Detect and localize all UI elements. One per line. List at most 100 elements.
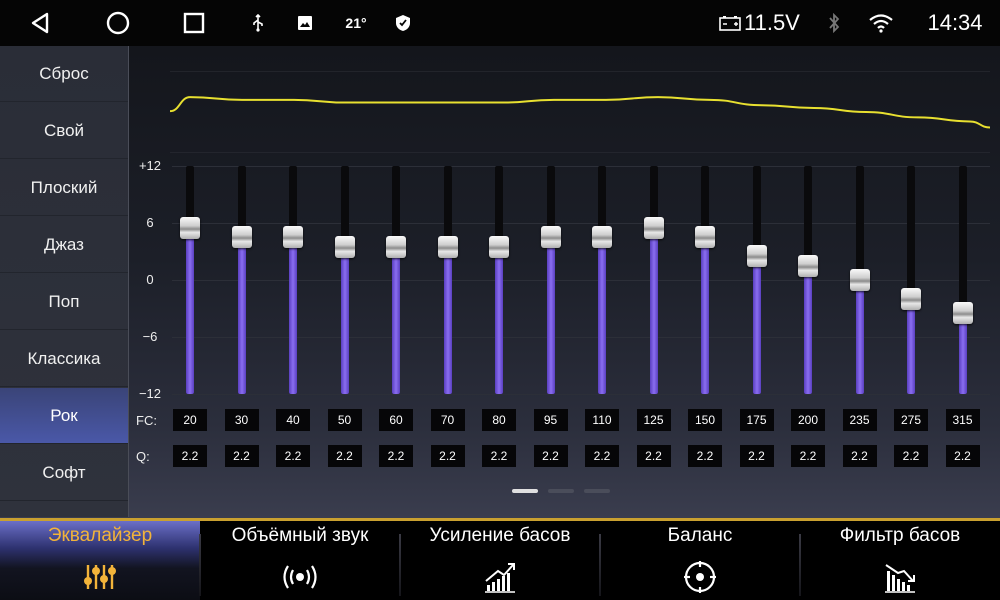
frequency-value[interactable]: 50 (327, 409, 362, 431)
q-value[interactable]: 2.2 (533, 445, 568, 467)
eq-slider-knob[interactable] (334, 235, 355, 258)
eq-slider-knob[interactable] (695, 226, 715, 249)
eq-slider-knob[interactable] (283, 226, 303, 249)
frequency-value[interactable]: 40 (276, 409, 310, 431)
eq-slider-knob[interactable] (386, 235, 406, 258)
eq-slider-track[interactable] (592, 166, 612, 394)
y-tick-label: +12 (138, 158, 162, 173)
eq-slider-fill (546, 237, 555, 394)
frequency-value[interactable]: 200 (791, 409, 825, 431)
q-value[interactable]: 2.2 (842, 445, 877, 467)
frequency-value[interactable]: 315 (945, 409, 980, 431)
eq-slider-track[interactable] (231, 166, 252, 394)
back-triangle-icon[interactable] (22, 0, 58, 46)
recents-square-icon[interactable] (176, 0, 212, 46)
frequency-value[interactable]: 110 (585, 409, 619, 431)
tab-bass-filter[interactable]: Фильтр басов (800, 521, 1000, 600)
preset-item[interactable]: Классика (0, 331, 128, 387)
frequency-value[interactable]: 95 (533, 409, 568, 431)
eq-slider-knob[interactable] (746, 245, 767, 268)
q-value[interactable]: 2.2 (173, 445, 207, 467)
q-value[interactable]: 2.2 (945, 445, 980, 467)
preset-item[interactable]: Свой (0, 103, 128, 159)
q-value[interactable]: 2.2 (276, 445, 310, 467)
q-value[interactable]: 2.2 (430, 445, 465, 467)
page-indicator-dot[interactable] (584, 489, 610, 493)
q-value[interactable]: 2.2 (739, 445, 774, 467)
page-indicator-dot[interactable] (548, 489, 574, 493)
eq-slider-fill (907, 299, 915, 394)
eq-slider-track[interactable] (798, 166, 818, 394)
eq-slider-knob[interactable] (849, 269, 870, 291)
q-value[interactable]: 2.2 (688, 445, 722, 467)
eq-slider-track[interactable] (489, 166, 509, 394)
frequency-value[interactable]: 80 (482, 409, 516, 431)
tab-balance[interactable]: Баланс (600, 521, 800, 600)
y-tick-label: 0 (146, 272, 154, 287)
frequency-value[interactable]: 70 (430, 409, 465, 431)
bass-boost-chart-icon (480, 559, 520, 595)
tab-label: Объёмный звук (231, 525, 369, 546)
tab-label: Эквалайзер (47, 525, 153, 546)
home-circle-icon[interactable] (100, 0, 136, 46)
q-value[interactable]: 2.2 (224, 445, 259, 467)
eq-slider-fill (443, 246, 452, 394)
eq-slider-track[interactable] (386, 166, 406, 394)
tab-equalizer[interactable]: Эквалайзер (0, 521, 200, 600)
frequency-value[interactable]: 30 (224, 409, 259, 431)
eq-slider-knob[interactable] (437, 235, 458, 258)
eq-slider-track[interactable] (952, 166, 973, 394)
eq-slider-track[interactable] (437, 166, 458, 394)
eq-slider-track[interactable] (901, 166, 921, 394)
eq-slider-track[interactable] (283, 166, 303, 394)
eq-slider-track[interactable] (180, 166, 200, 394)
eq-response-curve (170, 71, 990, 153)
eq-slider-track[interactable] (334, 166, 355, 394)
preset-item[interactable]: Софт (0, 445, 128, 501)
preset-item[interactable]: Плоский (0, 160, 128, 216)
frequency-value[interactable]: 20 (173, 409, 207, 431)
preset-item[interactable]: Рок (0, 388, 128, 444)
q-value[interactable]: 2.2 (791, 445, 825, 467)
q-value[interactable]: 2.2 (636, 445, 671, 467)
eq-slider-fill (392, 246, 400, 394)
shield-icon (392, 0, 414, 46)
status-bar: 21° 11.5V 14:34 (0, 0, 1000, 46)
eq-slider-knob[interactable] (540, 226, 561, 249)
tab-surround-sound[interactable]: Объёмный звук (200, 521, 400, 600)
preset-item[interactable]: Джаз (0, 217, 128, 273)
eq-slider-knob[interactable] (901, 288, 921, 310)
eq-slider-track[interactable] (695, 166, 715, 394)
frequency-value[interactable]: 125 (636, 409, 671, 431)
q-value[interactable]: 2.2 (379, 445, 413, 467)
q-value[interactable]: 2.2 (327, 445, 362, 467)
frequency-value[interactable]: 275 (894, 409, 928, 431)
preset-item[interactable]: Сброс (0, 46, 128, 102)
q-value[interactable]: 2.2 (894, 445, 928, 467)
eq-slider-track[interactable] (643, 166, 664, 394)
preset-item[interactable]: Поп (0, 274, 128, 330)
frequency-value[interactable]: 235 (842, 409, 877, 431)
eq-slider-knob[interactable] (489, 235, 509, 258)
tab-bass-boost[interactable]: Усиление басов (400, 521, 600, 600)
eq-slider-knob[interactable] (592, 226, 612, 249)
page-indicator-dot[interactable] (512, 489, 538, 493)
eq-slider-fill (752, 256, 761, 394)
eq-slider-track[interactable] (849, 166, 870, 394)
eq-slider-knob[interactable] (231, 226, 252, 249)
tab-label: Фильтр басов (839, 525, 961, 546)
q-value[interactable]: 2.2 (482, 445, 516, 467)
eq-slider-track[interactable] (746, 166, 767, 394)
q-value[interactable]: 2.2 (585, 445, 619, 467)
eq-slider-knob[interactable] (952, 302, 973, 325)
frequency-value[interactable]: 150 (688, 409, 722, 431)
eq-slider-knob[interactable] (643, 216, 664, 239)
voltage-text: 11.5V (744, 10, 800, 35)
wifi-icon (866, 0, 896, 46)
frequency-value[interactable]: 60 (379, 409, 413, 431)
frequency-value[interactable]: 175 (739, 409, 774, 431)
eq-slider-track[interactable] (540, 166, 561, 394)
eq-slider-fill (701, 237, 709, 394)
eq-slider-knob[interactable] (798, 254, 818, 277)
eq-slider-knob[interactable] (180, 216, 200, 239)
